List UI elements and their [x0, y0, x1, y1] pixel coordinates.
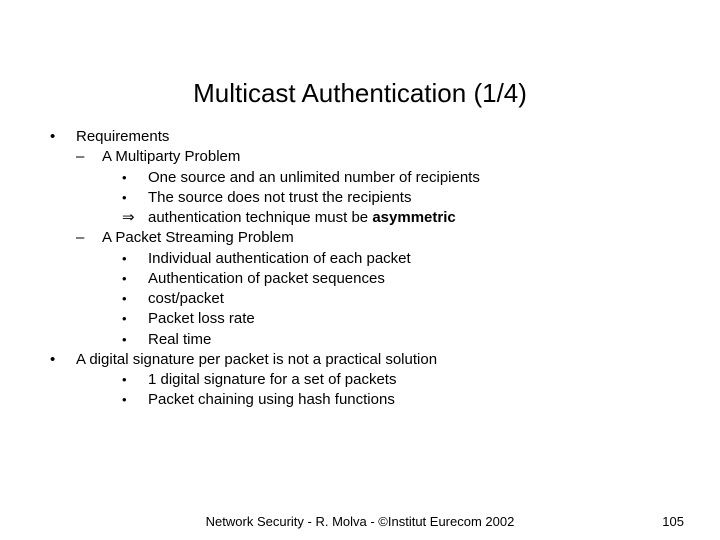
dot-icon [122, 370, 127, 390]
bullet-l3: cost/packet [50, 289, 680, 309]
text: 1 digital signature for a set of packets [148, 370, 396, 390]
dot-icon [122, 188, 127, 208]
slide-body: Requirements A Multiparty Problem One so… [0, 119, 720, 411]
text: Packet loss rate [148, 309, 255, 329]
footer-center: Network Security - R. Molva - ©Institut … [0, 514, 720, 529]
text: Packet chaining using hash functions [148, 390, 395, 410]
slide-title: Multicast Authentication (1/4) [0, 0, 720, 119]
bullet-l3: Packet chaining using hash functions [50, 390, 680, 410]
text-bold: asymmetric [372, 209, 455, 226]
bullet-l3: The source does not trust the recipients [50, 188, 680, 208]
text: The source does not trust the recipients [148, 188, 411, 208]
slide: Multicast Authentication (1/4) Requireme… [0, 0, 720, 540]
bullet-l1: Requirements [50, 127, 680, 147]
text: A digital signature per packet is not a … [76, 350, 437, 370]
text: One source and an unlimited number of re… [148, 168, 480, 188]
bullet-l3: Packet loss rate [50, 309, 680, 329]
arrow-icon [122, 208, 135, 228]
bullet-l3: Individual authentication of each packet [50, 249, 680, 269]
dot-icon [122, 289, 127, 309]
text: cost/packet [148, 289, 224, 309]
disc-icon [50, 127, 55, 147]
bullet-l2: A Packet Streaming Problem [50, 228, 680, 248]
text: Individual authentication of each packet [148, 249, 411, 269]
bullet-l2: A Multiparty Problem [50, 147, 680, 167]
text: A Multiparty Problem [102, 147, 240, 167]
bullet-l3: 1 digital signature for a set of packets [50, 370, 680, 390]
bullet-l3: One source and an unlimited number of re… [50, 168, 680, 188]
text: Requirements [76, 127, 169, 147]
dash-icon [76, 147, 84, 167]
dot-icon [122, 168, 127, 188]
text: Authentication of packet sequences [148, 269, 385, 289]
bullet-l3: Authentication of packet sequences [50, 269, 680, 289]
dot-icon [122, 390, 127, 410]
text-part: authentication technique must be [148, 209, 372, 226]
dot-icon [122, 309, 127, 329]
bullet-l3: Real time [50, 330, 680, 350]
dot-icon [122, 330, 127, 350]
dot-icon [122, 249, 127, 269]
text: authentication technique must be asymmet… [148, 208, 456, 228]
text: Real time [148, 330, 211, 350]
page-number: 105 [662, 514, 684, 529]
text: A Packet Streaming Problem [102, 228, 294, 248]
bullet-l3: authentication technique must be asymmet… [50, 208, 680, 228]
dot-icon [122, 269, 127, 289]
dash-icon [76, 228, 84, 248]
bullet-l1: A digital signature per packet is not a … [50, 350, 680, 370]
disc-icon [50, 350, 55, 370]
